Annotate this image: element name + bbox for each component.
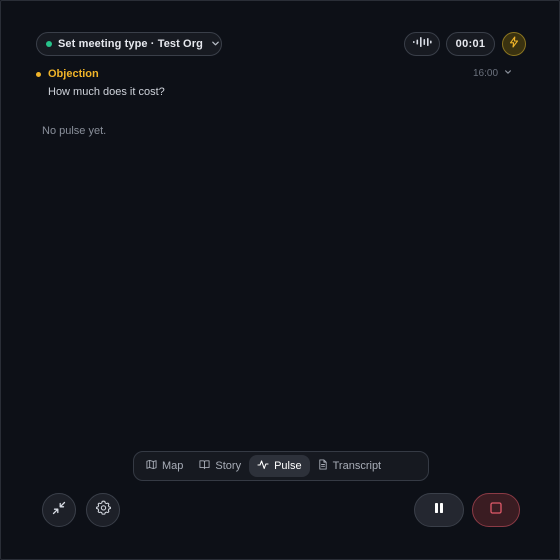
app-window: Set meeting type · Test Org 00:01 Object… <box>0 0 560 560</box>
tab-pulse[interactable]: Pulse <box>249 455 310 477</box>
chevron-down-icon <box>211 35 220 53</box>
map-icon <box>146 459 157 473</box>
tab-label: Map <box>162 460 184 472</box>
meeting-type-label: Set meeting type · Test Org <box>58 38 203 50</box>
tab-story[interactable]: Story <box>191 455 249 477</box>
audio-waveform-icon <box>412 35 432 53</box>
pulse-icon <box>257 459 269 473</box>
stop-button[interactable] <box>472 493 520 527</box>
objection-timestamp: 16:00 <box>473 68 499 79</box>
tab-label: Transcript <box>332 460 382 472</box>
meeting-type-selector[interactable]: Set meeting type · Test Org <box>36 32 222 56</box>
objection-indicator-dot <box>36 72 41 77</box>
collapse-icon <box>52 501 66 520</box>
stop-icon <box>490 501 502 519</box>
tab-label: Pulse <box>274 460 302 472</box>
quick-action-button[interactable] <box>502 32 526 56</box>
gear-icon <box>95 500 111 520</box>
tab-transcript[interactable]: Transcript <box>310 455 390 477</box>
book-icon <box>199 459 210 473</box>
settings-button[interactable] <box>86 493 120 527</box>
lightning-icon <box>508 35 520 53</box>
pause-button[interactable] <box>414 493 464 527</box>
audio-level-button[interactable] <box>404 32 440 56</box>
tab-label: Story <box>215 460 242 472</box>
status-dot <box>46 41 52 47</box>
objection-text: How much does it cost? <box>48 86 165 98</box>
view-tabs: Map Story Pulse Transcript <box>133 451 429 481</box>
collapse-button[interactable] <box>42 493 76 527</box>
tab-map[interactable]: Map <box>138 455 191 477</box>
pulse-empty-message: No pulse yet. <box>42 125 107 137</box>
meeting-timer: 00:01 <box>446 32 495 56</box>
objection-category: Objection <box>48 68 99 80</box>
document-icon <box>318 459 328 473</box>
objection-expand-toggle[interactable]: 16:00 <box>473 68 512 79</box>
pause-icon <box>433 501 445 519</box>
chevron-down-icon <box>504 68 512 79</box>
